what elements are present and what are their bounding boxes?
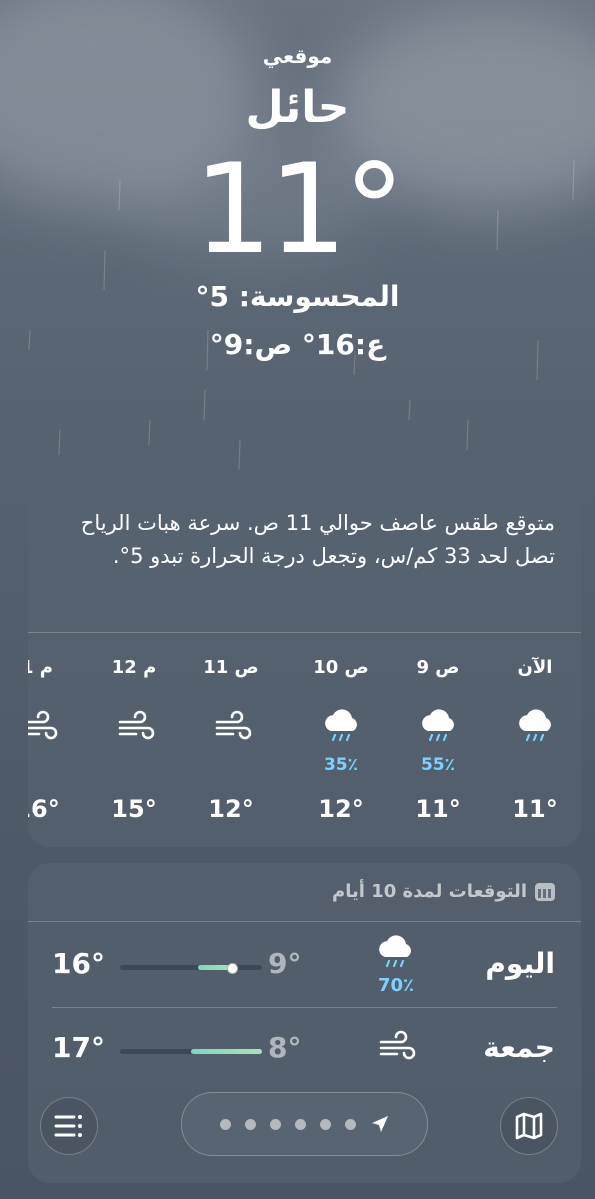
page-dot	[219, 1118, 231, 1130]
city-name: حائل	[245, 82, 350, 133]
hour-time: 9 ص	[416, 657, 460, 678]
temp-range-fill	[191, 1049, 262, 1054]
hour-temp: 11°	[415, 795, 461, 823]
page-dot	[244, 1118, 256, 1130]
hour-temp: 11°	[512, 795, 558, 823]
location-arrow-icon	[371, 1116, 388, 1132]
hour-temp: 12°	[318, 795, 364, 823]
hour-time: 1 م	[28, 657, 53, 678]
map-icon	[515, 1112, 543, 1140]
low-temp: 8°	[268, 1031, 302, 1064]
page-indicator[interactable]	[181, 1092, 428, 1156]
rain-cloud-icon	[422, 709, 454, 742]
temp-range-bar	[120, 963, 262, 974]
page-dot	[344, 1118, 356, 1130]
day-name: اليوم	[485, 947, 555, 980]
rain-cloud-icon	[325, 709, 357, 742]
map-button[interactable]	[500, 1097, 558, 1155]
hourly-list[interactable]: الآن 11° 9 ص 55٪ 11° 10 ص 35٪ 12° 11 ص 1…	[28, 647, 581, 837]
bottom-toolbar	[0, 1080, 595, 1199]
hourly-forecast-card[interactable]: متوقع طقس عاصف حوالي 11 ص. سرعة هبات الر…	[28, 487, 581, 847]
day-row[interactable]: اليوم 70٪ 9° 16°	[28, 925, 581, 1009]
wind-icon	[379, 1030, 416, 1060]
hour-time: 11 ص	[203, 657, 259, 678]
rain-cloud-icon	[379, 935, 411, 968]
precip-chance: 35٪	[323, 755, 359, 775]
hour-time: الآن	[517, 657, 553, 678]
forecast-summary: متوقع طقس عاصف حوالي 11 ص. سرعة هبات الر…	[80, 511, 555, 568]
page-dot	[294, 1118, 306, 1130]
location-label: موقعي	[262, 44, 333, 68]
temp-range-bar	[120, 1049, 262, 1054]
page-dot	[269, 1118, 281, 1130]
hour-temp: 16°	[28, 795, 60, 823]
wind-icon	[28, 710, 58, 740]
precip-chance: 70٪	[377, 975, 415, 996]
current-temp-dot	[226, 963, 238, 974]
rain-cloud-icon	[519, 709, 551, 742]
wind-icon	[118, 710, 155, 740]
wind-icon	[215, 710, 252, 740]
hour-temp: 12°	[208, 795, 254, 823]
calendar-icon	[535, 882, 555, 901]
feels-like: المحسوسة: 5°	[195, 280, 400, 313]
ten-day-header: التوقعات لمدة 10 أيام	[332, 881, 555, 902]
hour-time: 12 م	[111, 657, 157, 678]
low-temp: 9°	[268, 947, 302, 980]
divider	[52, 1007, 557, 1008]
high-low: ع:16° ص:9°	[209, 328, 386, 361]
list-icon	[54, 1115, 82, 1137]
current-temperature: 11°	[193, 138, 406, 282]
high-temp: 16°	[52, 947, 105, 980]
divider	[28, 921, 581, 922]
hour-temp: 15°	[111, 795, 157, 823]
precip-chance: 55٪	[420, 755, 456, 775]
divider	[28, 632, 581, 633]
ten-day-title: التوقعات لمدة 10 أيام	[332, 881, 527, 902]
hour-time: 10 ص	[313, 657, 369, 678]
high-temp: 17°	[52, 1031, 105, 1064]
day-name: جمعة	[483, 1031, 555, 1064]
page-dot	[319, 1118, 331, 1130]
list-button[interactable]	[40, 1097, 98, 1155]
